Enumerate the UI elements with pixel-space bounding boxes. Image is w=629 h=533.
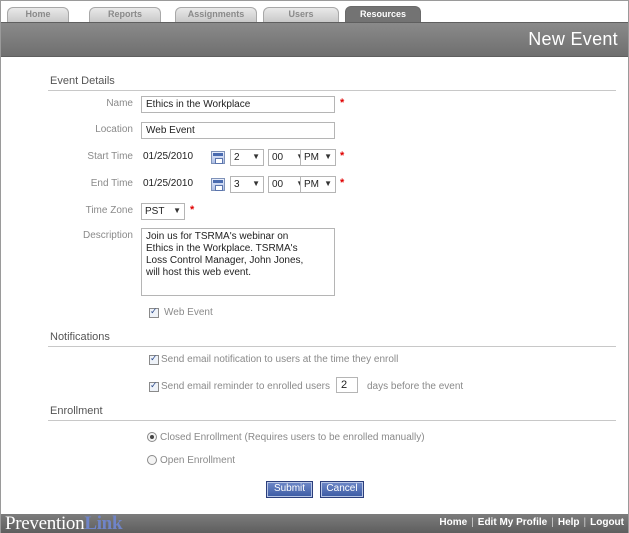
required-marker: * — [190, 204, 195, 216]
start-time-label: Start Time — [87, 151, 133, 162]
start-date-input[interactable]: 01/25/2010 — [141, 149, 205, 166]
open-enrollment-label: Open Enrollment — [160, 455, 236, 466]
web-event-label: Web Event — [164, 307, 213, 318]
reminder-days-suffix: days before the event — [367, 381, 464, 392]
name-label: Name — [106, 98, 133, 109]
end-ampm-value: PM — [304, 179, 319, 190]
section-title-enrollment: Enrollment — [50, 405, 103, 417]
required-marker: * — [340, 177, 345, 189]
end-minute-value: 00 — [272, 179, 284, 190]
footer-links: Home | Edit My Profile | Help | Logout — [439, 517, 624, 528]
location-input[interactable]: Web Event — [141, 122, 335, 139]
web-event-checkbox[interactable] — [149, 306, 159, 318]
footer-separator: | — [471, 517, 474, 528]
start-ampm-select[interactable]: PM ▼ — [300, 149, 336, 166]
description-textarea[interactable]: Join us for TSRMA's webinar on Ethics in… — [141, 228, 335, 296]
calendar-icon[interactable] — [211, 178, 225, 191]
reminder-label: Send email reminder to enrolled users — [161, 381, 330, 392]
chevron-down-icon: ▼ — [173, 206, 181, 215]
section-divider — [48, 346, 616, 347]
name-input[interactable]: Ethics in the Workplace — [141, 96, 335, 113]
footer-bar: PreventionLink Home | Edit My Profile | Help… — [1, 513, 628, 533]
section-divider — [48, 420, 616, 421]
tab-resources[interactable]: Resources — [345, 6, 421, 22]
required-marker: * — [340, 97, 345, 109]
end-hour-value: 3 — [234, 179, 240, 190]
time-zone-value: PST — [145, 206, 165, 217]
description-label: Description — [82, 230, 133, 241]
location-label: Location — [95, 124, 133, 135]
calendar-icon[interactable] — [211, 151, 225, 164]
chevron-down-icon: ▼ — [252, 152, 260, 161]
start-minute-value: 00 — [272, 152, 284, 163]
cancel-button[interactable]: Cancel — [320, 481, 364, 498]
tab-home[interactable]: Home — [7, 7, 69, 22]
footer-link-home[interactable]: Home — [439, 517, 467, 528]
start-hour-select[interactable]: 2 ▼ — [230, 149, 264, 166]
start-hour-value: 2 — [234, 152, 240, 163]
end-time-label: End Time — [90, 178, 133, 189]
required-marker: * — [340, 150, 345, 162]
chevron-down-icon: ▼ — [252, 179, 260, 188]
submit-button[interactable]: Submit — [266, 481, 313, 498]
title-band: New Event — [1, 22, 628, 57]
end-hour-select[interactable]: 3 ▼ — [230, 176, 264, 193]
footer-link-edit-profile[interactable]: Edit My Profile — [478, 517, 547, 528]
chevron-down-icon: ▼ — [324, 152, 332, 161]
footer-link-help[interactable]: Help — [558, 517, 580, 528]
section-title-event-details: Event Details — [50, 75, 115, 87]
page-title: New Event — [528, 29, 618, 49]
footer-separator: | — [583, 517, 587, 528]
open-enrollment-radio[interactable] — [147, 455, 157, 465]
end-ampm-select[interactable]: PM ▼ — [300, 176, 336, 193]
tab-assignments[interactable]: Assignments — [175, 7, 257, 22]
footer-separator: | — [551, 517, 554, 528]
closed-enrollment-radio[interactable] — [147, 432, 157, 442]
section-divider — [48, 90, 616, 91]
reminder-checkbox[interactable] — [149, 380, 159, 392]
prevention-link-logo: PreventionLink — [5, 513, 123, 533]
time-zone-label: Time Zone — [85, 205, 133, 216]
closed-enrollment-label: Closed Enrollment (Requires users to be … — [160, 432, 425, 443]
time-zone-select[interactable]: PST ▼ — [141, 203, 185, 220]
enroll-email-checkbox[interactable] — [149, 353, 159, 365]
tab-reports[interactable]: Reports — [89, 7, 161, 22]
footer-link-logout[interactable]: Logout — [590, 517, 624, 528]
end-date-input[interactable]: 01/25/2010 — [141, 176, 205, 193]
section-title-notifications: Notifications — [50, 331, 110, 343]
start-ampm-value: PM — [304, 152, 319, 163]
tab-users[interactable]: Users — [263, 7, 339, 22]
reminder-days-input[interactable]: 2 — [336, 377, 358, 393]
logo-suffix: Link — [84, 513, 123, 533]
app-window: Home Reports Assignments Users Resources… — [0, 0, 629, 533]
logo-prefix: Prevention — [5, 513, 85, 533]
chevron-down-icon: ▼ — [324, 179, 332, 188]
tab-bar: Home Reports Assignments Users Resources — [1, 1, 628, 22]
enroll-email-label: Send email notification to users at the … — [161, 354, 399, 365]
